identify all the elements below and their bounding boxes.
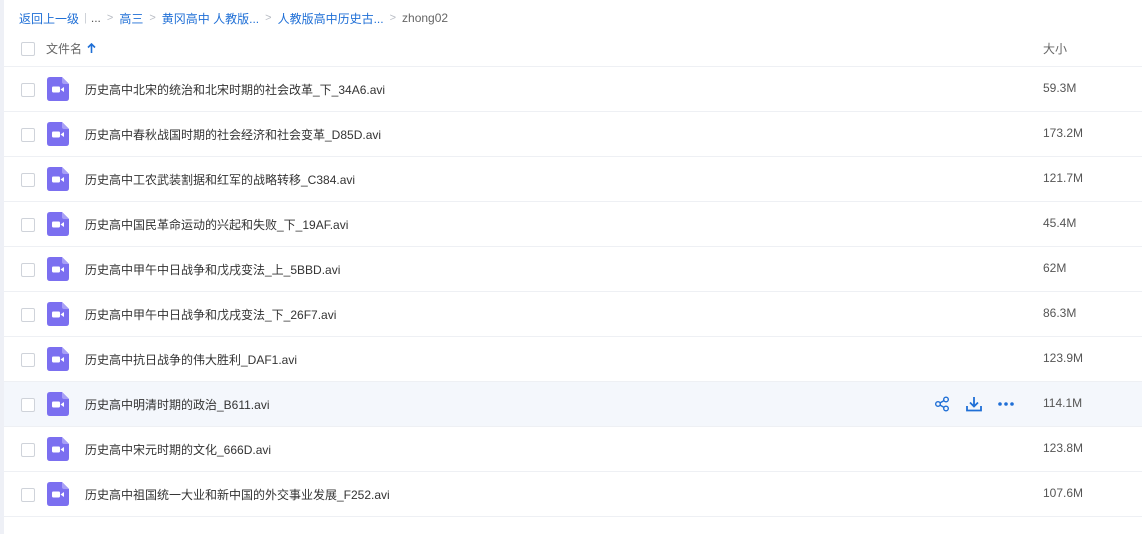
file-row[interactable]: 历史高中祖国统一大业和新中国的外交事业发展_F252.avi 107.6M <box>4 472 1142 517</box>
breadcrumb-separator: > <box>106 12 114 24</box>
file-list: 历史高中北宋的统治和北宋时期的社会改革_下_34A6.avi 59.3M 历史高… <box>4 67 1142 517</box>
breadcrumb-item[interactable]: 高三 <box>119 10 143 27</box>
video-file-icon <box>47 77 69 101</box>
file-name[interactable]: 历史高中甲午中日战争和戊戌变法_下_26F7.avi <box>85 306 336 323</box>
file-name[interactable]: 历史高中甲午中日战争和戊戌变法_上_5BBD.avi <box>85 261 340 278</box>
row-checkbox[interactable] <box>21 263 35 277</box>
download-icon[interactable] <box>964 394 984 414</box>
row-actions <box>932 394 1016 414</box>
file-name[interactable]: 历史高中抗日战争的伟大胜利_DAF1.avi <box>85 351 297 368</box>
breadcrumb-item[interactable]: 人教版高中历史古... <box>278 10 384 27</box>
video-file-icon <box>47 167 69 191</box>
row-checkbox[interactable] <box>21 308 35 322</box>
row-checkbox[interactable] <box>21 353 35 367</box>
file-row[interactable]: 历史高中甲午中日战争和戊戌变法_下_26F7.avi 86.3M <box>4 292 1142 337</box>
name-column-label: 文件名 <box>46 42 83 56</box>
file-row[interactable]: 历史高中抗日战争的伟大胜利_DAF1.avi 123.9M <box>4 337 1142 382</box>
video-file-icon <box>47 347 69 371</box>
file-name[interactable]: 历史高中宋元时期的文化_666D.avi <box>85 441 271 458</box>
file-row[interactable]: 历史高中甲午中日战争和戊戌变法_上_5BBD.avi 62M <box>4 247 1142 292</box>
file-size: 45.4M <box>1043 216 1077 230</box>
video-file-icon <box>47 392 69 416</box>
file-row[interactable]: 历史高中明清时期的政治_B611.avi 114.1M <box>4 382 1142 427</box>
file-size: 173.2M <box>1043 126 1084 140</box>
video-file-icon <box>47 212 69 236</box>
video-file-icon <box>47 482 69 506</box>
breadcrumb-separator: > <box>389 12 397 24</box>
file-name[interactable]: 历史高中祖国统一大业和新中国的外交事业发展_F252.avi <box>85 486 390 503</box>
breadcrumb-separator: > <box>265 12 272 24</box>
row-checkbox[interactable] <box>21 128 35 142</box>
row-checkbox[interactable] <box>21 83 35 97</box>
file-row[interactable]: 历史高中工农武装割据和红军的战略转移_C384.avi 121.7M <box>4 157 1142 202</box>
video-file-icon <box>47 302 69 326</box>
file-size: 62M <box>1043 261 1067 275</box>
video-file-icon <box>47 437 69 461</box>
file-name[interactable]: 历史高中国民革命运动的兴起和失败_下_19AF.avi <box>85 216 348 233</box>
file-size: 123.9M <box>1043 351 1084 365</box>
share-icon[interactable] <box>932 394 952 414</box>
more-icon[interactable] <box>996 394 1016 414</box>
file-row[interactable]: 历史高中春秋战国时期的社会经济和社会变革_D85D.avi 173.2M <box>4 112 1142 157</box>
file-name[interactable]: 历史高中工农武装割据和红军的战略转移_C384.avi <box>85 171 355 188</box>
row-checkbox[interactable] <box>21 488 35 502</box>
size-column-label[interactable]: 大小 <box>1043 40 1067 57</box>
select-all-checkbox[interactable] <box>21 42 35 56</box>
video-file-icon <box>47 257 69 281</box>
name-column-header[interactable]: 文件名 <box>46 40 96 57</box>
file-name[interactable]: 历史高中春秋战国时期的社会经济和社会变革_D85D.avi <box>85 126 381 143</box>
file-size: 86.3M <box>1043 306 1077 320</box>
row-checkbox[interactable] <box>21 398 35 412</box>
file-size: 121.7M <box>1043 171 1084 185</box>
breadcrumb-item[interactable]: 黄冈高中 人教版... <box>162 10 259 27</box>
breadcrumb-divider: | <box>84 12 87 24</box>
breadcrumb: 返回上一级 | ... > 高三 > 黄冈高中 人教版... > 人教版高中历史… <box>19 9 448 27</box>
file-row[interactable]: 历史高中宋元时期的文化_666D.avi 123.8M <box>4 427 1142 472</box>
file-name[interactable]: 历史高中明清时期的政治_B611.avi <box>85 396 269 413</box>
file-row[interactable]: 历史高中北宋的统治和北宋时期的社会改革_下_34A6.avi 59.3M <box>4 67 1142 112</box>
breadcrumb-ellipsis[interactable]: ... <box>91 11 101 25</box>
file-size: 107.6M <box>1043 486 1084 500</box>
file-size: 59.3M <box>1043 81 1077 95</box>
sort-ascending-icon[interactable] <box>87 43 96 54</box>
file-size: 114.1M <box>1043 396 1083 410</box>
breadcrumb-current: zhong02 <box>402 11 449 25</box>
file-name[interactable]: 历史高中北宋的统治和北宋时期的社会改革_下_34A6.avi <box>85 81 385 98</box>
video-file-icon <box>47 122 69 146</box>
file-list-header: 文件名 大小 <box>4 30 1142 67</box>
back-link[interactable]: 返回上一级 <box>19 10 79 27</box>
row-checkbox[interactable] <box>21 173 35 187</box>
file-row[interactable]: 历史高中国民革命运动的兴起和失败_下_19AF.avi 45.4M <box>4 202 1142 247</box>
breadcrumb-separator: > <box>149 12 156 24</box>
row-checkbox[interactable] <box>21 443 35 457</box>
file-size: 123.8M <box>1043 441 1084 455</box>
row-checkbox[interactable] <box>21 218 35 232</box>
